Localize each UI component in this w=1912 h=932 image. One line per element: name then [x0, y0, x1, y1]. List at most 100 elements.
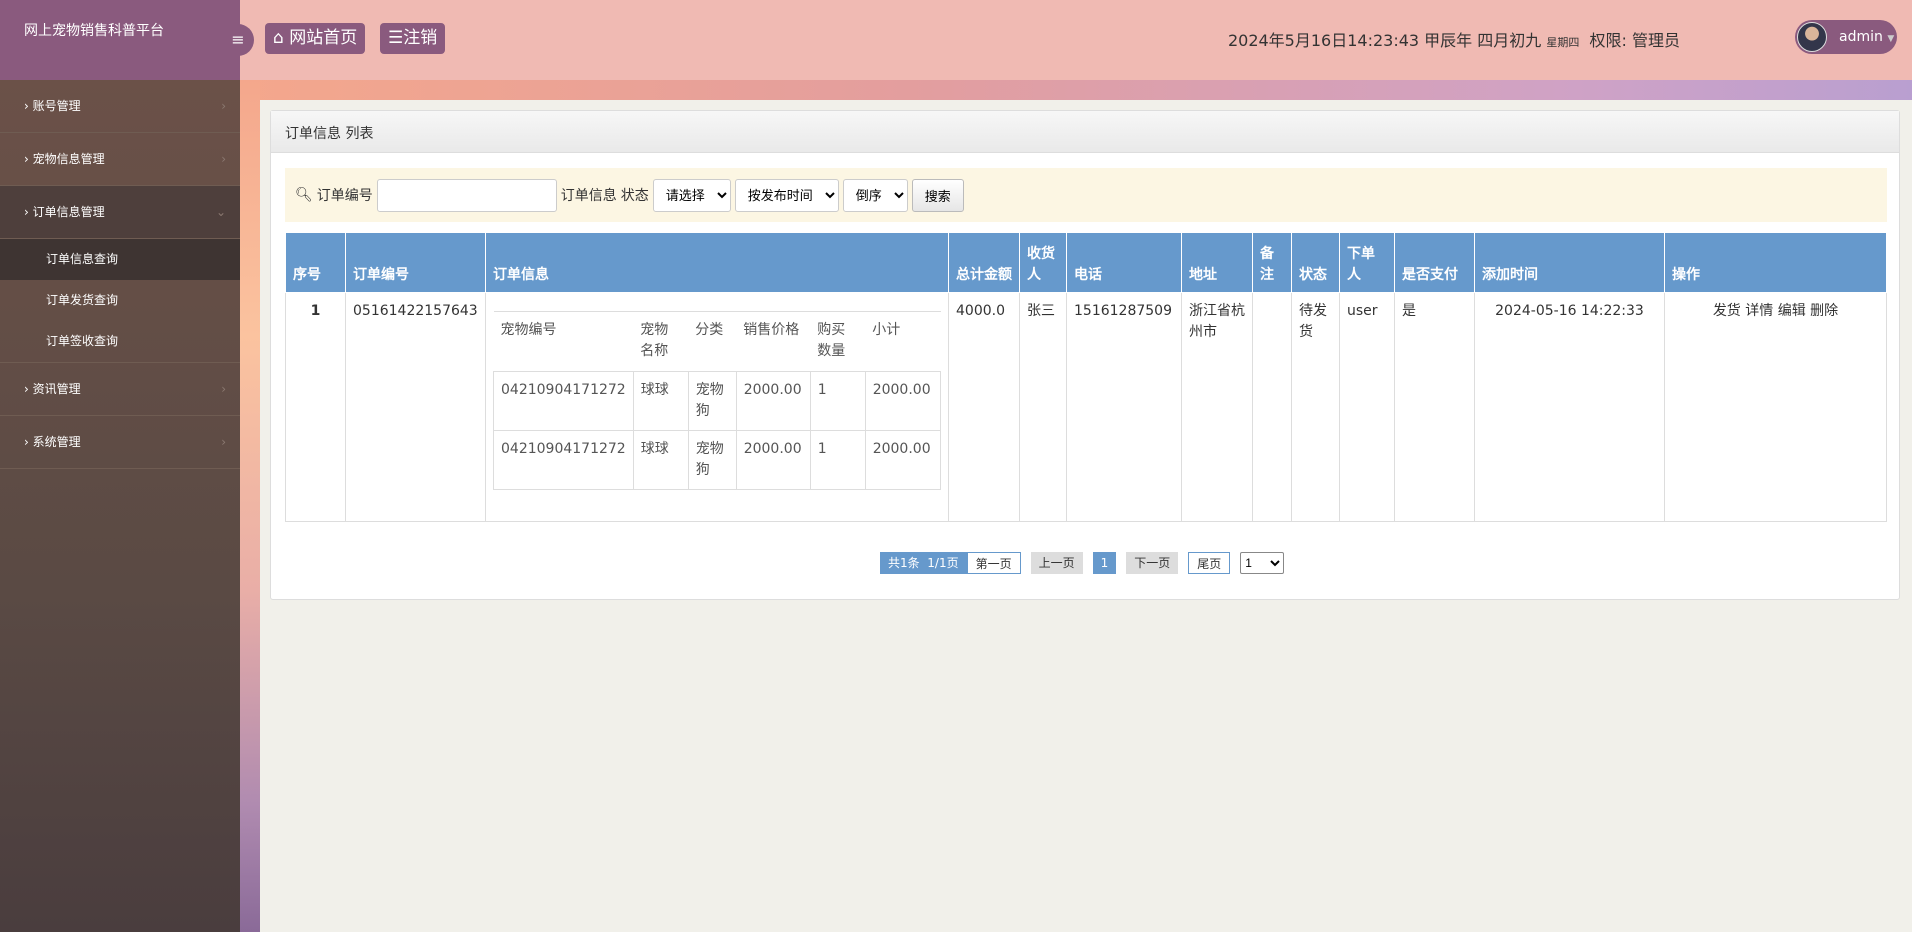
chevron-right-icon: › [221, 152, 226, 166]
sidebar-sub-receipt-query[interactable]: 订单签收查询 [0, 321, 240, 362]
item-col-header: 购买数量 [810, 311, 866, 372]
logout-button[interactable]: ☰注销 [380, 23, 446, 54]
datetime-text: 2024年5月16日14:23:43 甲辰年 四月初九 [1227, 31, 1542, 50]
item-col-header: 宠物编号 [493, 311, 634, 372]
list-icon: ☰ [388, 28, 404, 48]
col-header: 备注 [1252, 232, 1292, 293]
sidebar-sub-shipping-query[interactable]: 订单发货查询 [0, 280, 240, 321]
col-header: 订单信息 [485, 232, 949, 293]
sort-order-select[interactable]: 倒序 [842, 178, 908, 212]
cell-user: user [1339, 292, 1395, 522]
cell-index: 1 [285, 292, 346, 522]
order-no-label: 订单编号 [316, 188, 373, 204]
first-page-button[interactable]: 第一页 [966, 552, 1021, 574]
item-cell: 2000.00 [735, 430, 811, 490]
cell-address: 浙江省杭州市 [1181, 292, 1253, 522]
chevron-right-icon: › [221, 435, 226, 449]
cell-order-no: 05161422157643 [345, 292, 486, 522]
chevron-right-icon: › [221, 382, 226, 396]
item-row: 04210904171272 球球 宠物狗 2000.00 1 2000.00 [493, 371, 942, 431]
delete-link[interactable]: 删除 [1810, 303, 1838, 319]
col-header: 状态 [1291, 232, 1340, 293]
cell-phone: 15161287509 [1066, 292, 1182, 522]
home-icon: ⌂ [273, 28, 284, 48]
cell-actions: 发货 详情 编辑 删除 [1664, 292, 1887, 522]
cell-time: 2024-05-16 14:22:33 [1474, 292, 1665, 522]
item-cell: 04210904171272 [493, 371, 634, 431]
cell-receiver: 张三 [1019, 292, 1067, 522]
item-cell: 球球 [632, 371, 689, 431]
cell-order-info: 宠物编号 宠物名称 分类 销售价格 购买数量 小计 04210904171272… [485, 292, 949, 522]
chevron-right-icon: › [221, 99, 226, 113]
user-name: admin [1839, 29, 1883, 45]
next-page-button[interactable]: 下一页 [1126, 552, 1179, 574]
item-cell: 宠物狗 [687, 430, 737, 490]
caret-down-icon: ▼ [1887, 34, 1895, 44]
menu-toggle-icon[interactable]: ≡ [222, 24, 254, 56]
decor-strip-left [240, 80, 260, 932]
sidebar-item-system[interactable]: › 系统管理 › [0, 416, 240, 469]
item-row: 04210904171272 球球 宠物狗 2000.00 1 2000.00 [493, 430, 942, 490]
logout-label: 注销 [403, 28, 438, 48]
cell-paid: 是 [1394, 292, 1475, 522]
chevron-down-icon: ⌄ [215, 205, 226, 219]
col-header: 订单编号 [345, 232, 486, 293]
sidebar-item-news[interactable]: › 资讯管理 › [0, 363, 240, 416]
order-table: 序号 订单编号 订单信息 总计金额 收货人 电话 地址 备注 状态 下单人 是否… [285, 232, 1887, 522]
nav-label: 宠物信息管理 [32, 152, 105, 166]
decor-strip [240, 80, 1912, 100]
status-label: 状态 [620, 188, 649, 204]
col-header: 电话 [1066, 232, 1182, 293]
pagination: 共1条 1/1页 第一页 上一页 1 下一页 尾页 1 [880, 552, 1285, 574]
item-col-header: 销售价格 [736, 311, 811, 372]
home-label: 网站首页 [289, 28, 358, 48]
search-bar: 🔍︎ 订单编号 订单信息 状态 请选择 按发布时间 倒序 搜索 [285, 168, 1887, 222]
top-bar: 网上宠物销售科普平台 ≡ ⌂ 网站首页 ☰注销 2024年5月16日14:23:… [0, 0, 1912, 80]
nav-label: 资讯管理 [32, 382, 81, 396]
page-jump-select[interactable]: 1 [1240, 552, 1285, 574]
cell-note [1252, 292, 1292, 522]
status-select[interactable]: 请选择 [652, 178, 731, 212]
sidebar: › 账号管理 › › 宠物信息管理 › › 订单信息管理 ⌄ 订单信息查询 订单发货查… [0, 80, 240, 932]
order-no-input[interactable] [376, 178, 557, 212]
col-header: 收货人 [1019, 232, 1067, 293]
col-header: 序号 [285, 232, 346, 293]
home-button[interactable]: ⌂ 网站首页 [265, 23, 366, 54]
datetime: 2024年5月16日14:23:43 甲辰年 四月初九 星期四 权限: 管理员 [1228, 27, 1680, 51]
search-button[interactable]: 搜索 [911, 178, 964, 212]
item-cell: 2000.00 [735, 371, 811, 431]
search-icon: 🔍︎ [295, 187, 313, 203]
cell-total: 4000.0 [948, 292, 1020, 522]
prev-page-button[interactable]: 上一页 [1030, 552, 1083, 574]
sidebar-sub-order-query[interactable]: 订单信息查询 [0, 239, 240, 280]
user-menu[interactable]: admin ▼ [1795, 20, 1897, 54]
order-list-panel: 订单信息 列表 🔍︎ 订单编号 订单信息 状态 请选择 按发布时间 倒序 搜索 … [270, 110, 1900, 600]
sidebar-item-pets[interactable]: › 宠物信息管理 › [0, 133, 240, 186]
table-row: 1 05161422157643 宠物编号 宠物名称 分类 销售价格 购买数量 … [285, 292, 1887, 522]
col-header: 添加时间 [1474, 232, 1665, 293]
ship-link[interactable]: 发货 [1713, 303, 1741, 319]
sidebar-item-orders[interactable]: › 订单信息管理 ⌄ [0, 186, 240, 239]
col-header: 是否支付 [1394, 232, 1475, 293]
sidebar-item-accounts[interactable]: › 账号管理 › [0, 80, 240, 133]
item-col-header: 宠物名称 [633, 311, 689, 372]
col-header: 地址 [1181, 232, 1253, 293]
item-cell: 1 [809, 371, 866, 431]
sort-field-select[interactable]: 按发布时间 [734, 178, 839, 212]
item-cell: 2000.00 [864, 371, 942, 431]
item-cell: 2000.00 [864, 430, 942, 490]
nav-label: 订单信息管理 [32, 205, 105, 219]
avatar [1797, 22, 1827, 52]
item-col-header: 分类 [688, 311, 737, 372]
weekday: 星期四 [1546, 36, 1580, 49]
current-page[interactable]: 1 [1092, 552, 1117, 574]
last-page-button[interactable]: 尾页 [1188, 552, 1231, 574]
app-title: 网上宠物销售科普平台 [0, 0, 240, 80]
order-items-table: 宠物编号 宠物名称 分类 销售价格 购买数量 小计 04210904171272… [493, 311, 942, 490]
item-cell: 球球 [632, 430, 689, 490]
cell-status: 待发货 [1291, 292, 1340, 522]
edit-link[interactable]: 编辑 [1778, 303, 1806, 319]
item-cell: 1 [809, 430, 866, 490]
detail-link[interactable]: 详情 [1745, 303, 1773, 319]
item-col-header: 小计 [865, 311, 941, 372]
